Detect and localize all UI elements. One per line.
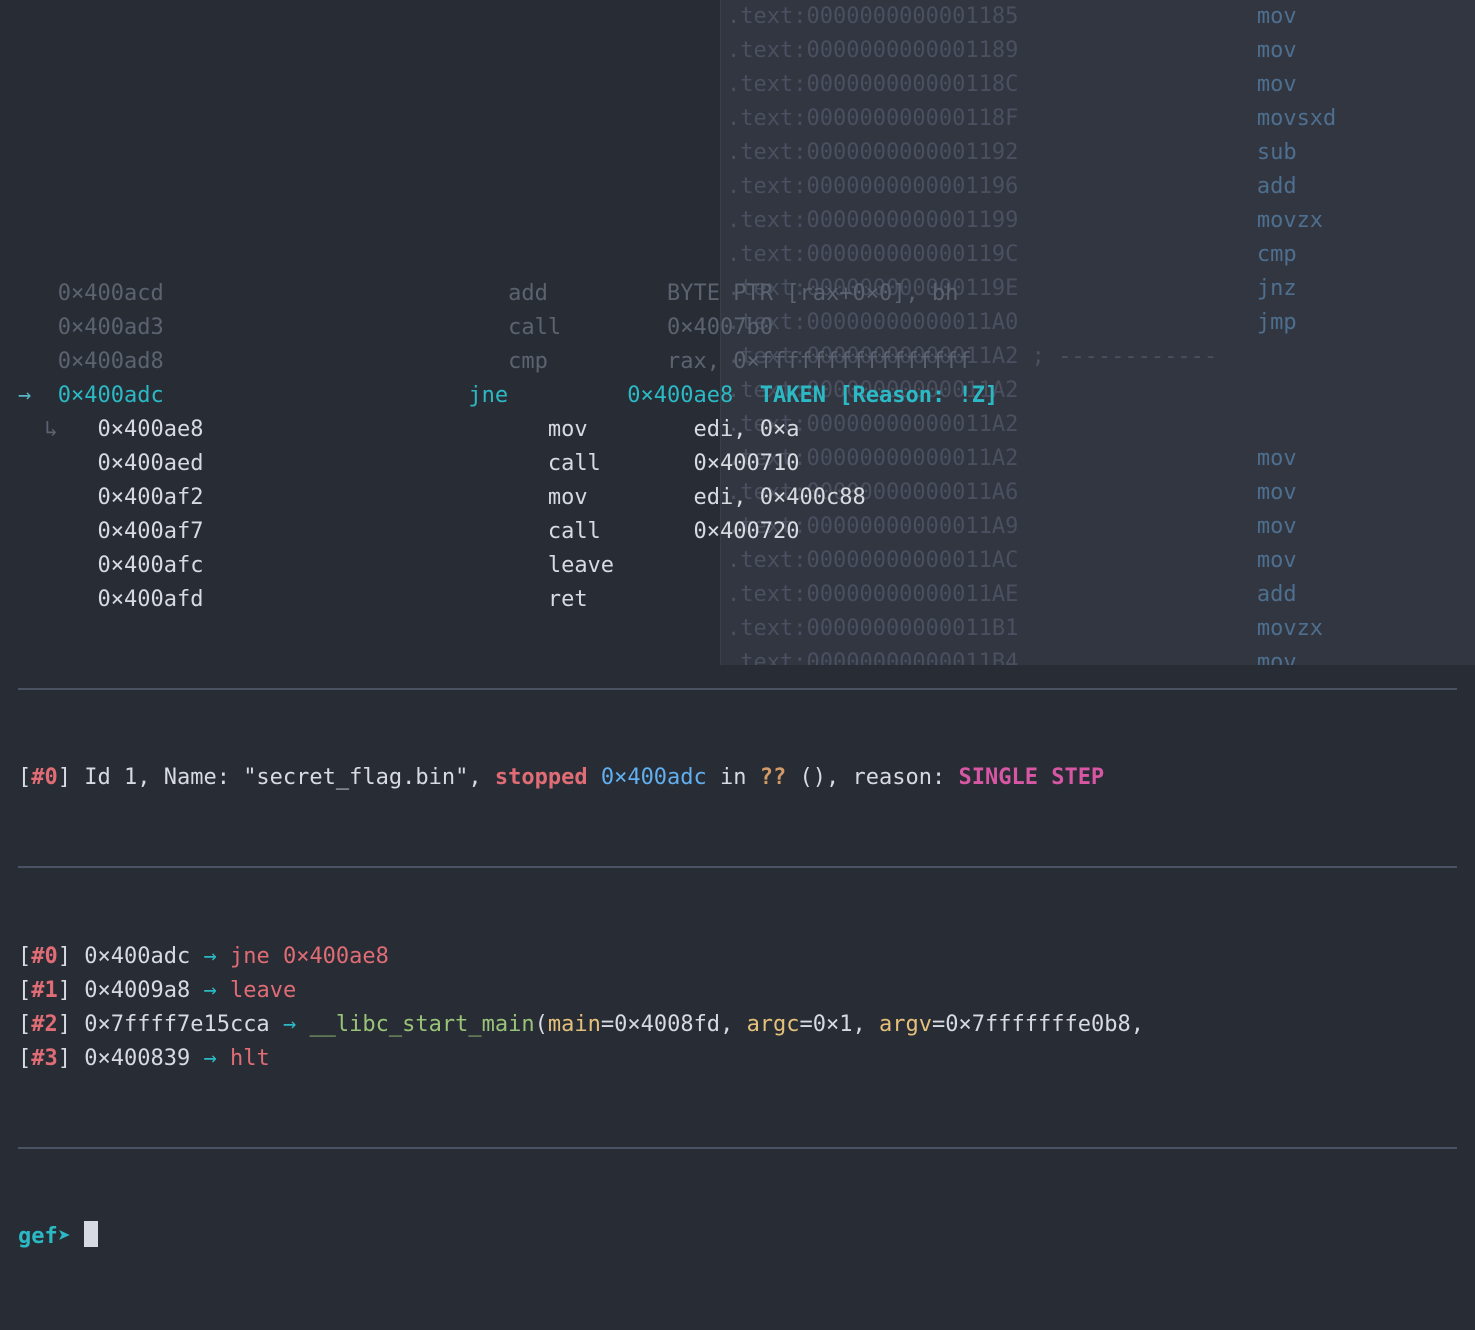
thread-status-line: [#0] Id 1, Name: "secret_flag.bin", stop… bbox=[0, 761, 1475, 795]
disasm-row: 0×400ad3 call 0×4007b0 bbox=[0, 311, 1475, 345]
stack-trace: [#0] 0×400adc → jne 0×400ae8[#1] 0×4009a… bbox=[0, 940, 1475, 1076]
trace-row: [#1] 0×4009a8 → leave bbox=[0, 974, 1475, 1008]
cursor bbox=[84, 1221, 98, 1247]
separator bbox=[18, 866, 1457, 868]
ghost-row: .text:0000000000001185 mov bbox=[721, 0, 1475, 34]
separator bbox=[18, 688, 1457, 690]
terminal[interactable]: 0×400acd add BYTE PTR [rax+0×0], bh 0×40… bbox=[0, 205, 1475, 1288]
ghost-row: .text:0000000000001196 add bbox=[721, 170, 1475, 204]
disasm-row: 0×400af2 mov edi, 0×400c88 bbox=[0, 481, 1475, 515]
separator bbox=[18, 1147, 1457, 1149]
disasm-row: 0×400af7 call 0×400720 bbox=[0, 515, 1475, 549]
disasm-row: 0×400aed call 0×400710 bbox=[0, 447, 1475, 481]
trace-row: [#0] 0×400adc → jne 0×400ae8 bbox=[0, 940, 1475, 974]
disasm-row: ↳ 0×400ae8 mov edi, 0×a bbox=[0, 413, 1475, 447]
trace-row: [#2] 0×7ffff7e15cca → __libc_start_main(… bbox=[0, 1008, 1475, 1042]
disasm-row: 0×400afd ret bbox=[0, 583, 1475, 617]
ghost-row: .text:000000000000118F movsxd bbox=[721, 102, 1475, 136]
disasm-row: 0×400afc leave bbox=[0, 549, 1475, 583]
disasm-row: 0×400acd add BYTE PTR [rax+0×0], bh bbox=[0, 277, 1475, 311]
trace-row: [#3] 0×400839 → hlt bbox=[0, 1042, 1475, 1076]
prompt: gef➤ bbox=[18, 1224, 84, 1249]
ghost-row: .text:0000000000001189 mov bbox=[721, 34, 1475, 68]
disasm-row: → 0×400adc jne 0×400ae8 TAKEN [Reason: !… bbox=[0, 379, 1475, 413]
prompt-line[interactable]: gef➤ bbox=[0, 1220, 1475, 1254]
disasm-row: 0×400ad8 cmp rax, 0×ffffffffffffffff bbox=[0, 345, 1475, 379]
ghost-row: .text:000000000000118C mov bbox=[721, 68, 1475, 102]
disassembly-listing: 0×400acd add BYTE PTR [rax+0×0], bh 0×40… bbox=[0, 277, 1475, 617]
ghost-row: .text:0000000000001192 sub bbox=[721, 136, 1475, 170]
